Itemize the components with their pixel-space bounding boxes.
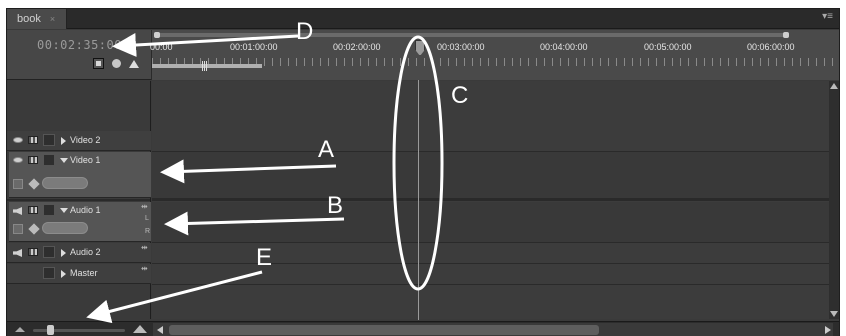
playhead-head-icon[interactable] (415, 40, 425, 56)
eye-icon[interactable] (13, 157, 23, 163)
scroll-up-icon[interactable] (830, 83, 838, 89)
display-style-icon[interactable] (13, 179, 23, 189)
track-area: Video 2 Video 1 Audio 1 ⇹ L R Audio 2 ⇹ … (7, 81, 839, 319)
ruler-label: 00:03:00:00 (437, 42, 485, 52)
ruler-label: 00:05:00:00 (644, 42, 692, 52)
filmstrip-icon (28, 156, 38, 164)
scroll-down-icon[interactable] (830, 311, 838, 317)
eye-icon[interactable] (13, 137, 23, 143)
lane-video-1[interactable] (152, 152, 829, 199)
lock-toggle[interactable] (43, 204, 55, 216)
tab-strip: book × ▾≡ (7, 9, 839, 29)
keyframe-navigator[interactable] (42, 222, 88, 234)
lane-audio-1[interactable] (152, 202, 829, 243)
lock-toggle[interactable] (43, 246, 55, 258)
chevron-down-icon[interactable] (60, 208, 68, 213)
track-header-video-1[interactable]: Video 1 (9, 152, 151, 198)
keyframe-icon[interactable] (28, 178, 40, 190)
screenshot-canvas: book × ▾≡ 00:02:35:00 00:00 00:01:00:00 … (0, 0, 846, 336)
audio-filmstrip-icon (28, 206, 38, 214)
keyframe-icon[interactable] (28, 223, 40, 235)
lane-divider (152, 199, 829, 201)
track-header-video-2[interactable]: Video 2 (7, 131, 151, 151)
speaker-icon[interactable] (13, 249, 22, 257)
work-area-handle[interactable] (202, 61, 208, 71)
sync-icon: ⇹ (141, 202, 148, 211)
zoom-out-icon[interactable] (15, 327, 25, 332)
sync-icon: ⇹ (141, 243, 148, 252)
track-lanes[interactable] (152, 81, 829, 319)
tab-close-icon[interactable]: × (50, 14, 55, 24)
callout-c: C (451, 82, 469, 109)
sync-icon: ⇹ (141, 264, 148, 273)
track-headers: Video 2 Video 1 Audio 1 ⇹ L R Audio 2 ⇹ … (7, 81, 151, 319)
lock-toggle[interactable] (43, 267, 55, 279)
track-name: Video 1 (70, 155, 101, 165)
ruler-label: 00:00 (150, 42, 173, 52)
lock-toggle[interactable] (43, 154, 55, 166)
callout-e: E (256, 244, 273, 271)
chevron-right-icon[interactable] (61, 137, 66, 145)
tab-sequence[interactable]: book × (7, 9, 67, 29)
panel-menu-icon[interactable]: ▾≡ (822, 11, 833, 22)
ruler-label: 00:01:00:00 (230, 42, 278, 52)
zoom-slider-thumb[interactable] (47, 325, 54, 335)
vertical-scrollbar[interactable] (829, 81, 839, 319)
track-header-audio-2[interactable]: Audio 2 ⇹ (7, 243, 151, 263)
chevron-down-icon[interactable] (60, 158, 68, 163)
chevron-right-icon[interactable] (61, 249, 66, 257)
audio-filmstrip-icon (28, 248, 38, 256)
ruler-label: 00:06:00:00 (747, 42, 795, 52)
marker-icon[interactable] (112, 59, 121, 68)
scroll-thumb[interactable] (169, 325, 599, 335)
lane-master[interactable] (152, 264, 829, 285)
track-header-audio-1[interactable]: Audio 1 ⇹ L R (9, 202, 151, 242)
current-timecode[interactable]: 00:02:35:00 (37, 38, 122, 52)
ruler-label: 00:02:00:00 (333, 42, 381, 52)
timeline-header: 00:02:35:00 00:00 00:01:00:00 00:02:00:0… (7, 30, 839, 80)
zoom-in-icon[interactable] (133, 325, 147, 333)
video-audio-divider (7, 199, 150, 201)
callout-a: A (318, 136, 335, 163)
chevron-right-icon[interactable] (61, 270, 66, 278)
callout-b: B (327, 192, 344, 219)
playhead-line[interactable] (418, 80, 419, 320)
timeline-panel: book × ▾≡ 00:02:35:00 00:00 00:01:00:00 … (6, 8, 840, 336)
header-tools (93, 58, 139, 69)
channel-label-right: R (145, 228, 151, 235)
tab-label: book (17, 13, 41, 25)
time-ruler[interactable]: 00:00 00:01:00:00 00:02:00:00 00:03:00:0… (150, 30, 839, 80)
scroll-left-icon[interactable] (157, 326, 163, 334)
speaker-icon[interactable] (13, 207, 22, 215)
lock-toggle[interactable] (43, 134, 55, 146)
display-style-icon[interactable] (13, 224, 23, 234)
channel-label-left: L (145, 215, 149, 222)
track-name: Audio 2 (70, 247, 101, 257)
track-name: Video 2 (70, 135, 101, 145)
keyframe-navigator[interactable] (42, 177, 88, 189)
set-unnumbered-marker-icon[interactable] (129, 59, 139, 68)
horizontal-scrollbar[interactable] (153, 323, 833, 336)
track-header-master[interactable]: Master ⇹ (7, 264, 151, 284)
lane-video-2[interactable] (152, 131, 829, 152)
ruler-label: 00:04:00:00 (540, 42, 588, 52)
scroll-right-icon[interactable] (825, 326, 831, 334)
viewing-area-bar[interactable] (154, 32, 789, 38)
track-name: Audio 1 (70, 205, 101, 215)
snap-icon[interactable] (93, 58, 104, 69)
callout-d: D (296, 18, 314, 45)
bottom-bar (7, 321, 839, 336)
track-name: Master (70, 268, 98, 278)
filmstrip-icon (28, 136, 38, 144)
lane-audio-2[interactable] (152, 243, 829, 264)
